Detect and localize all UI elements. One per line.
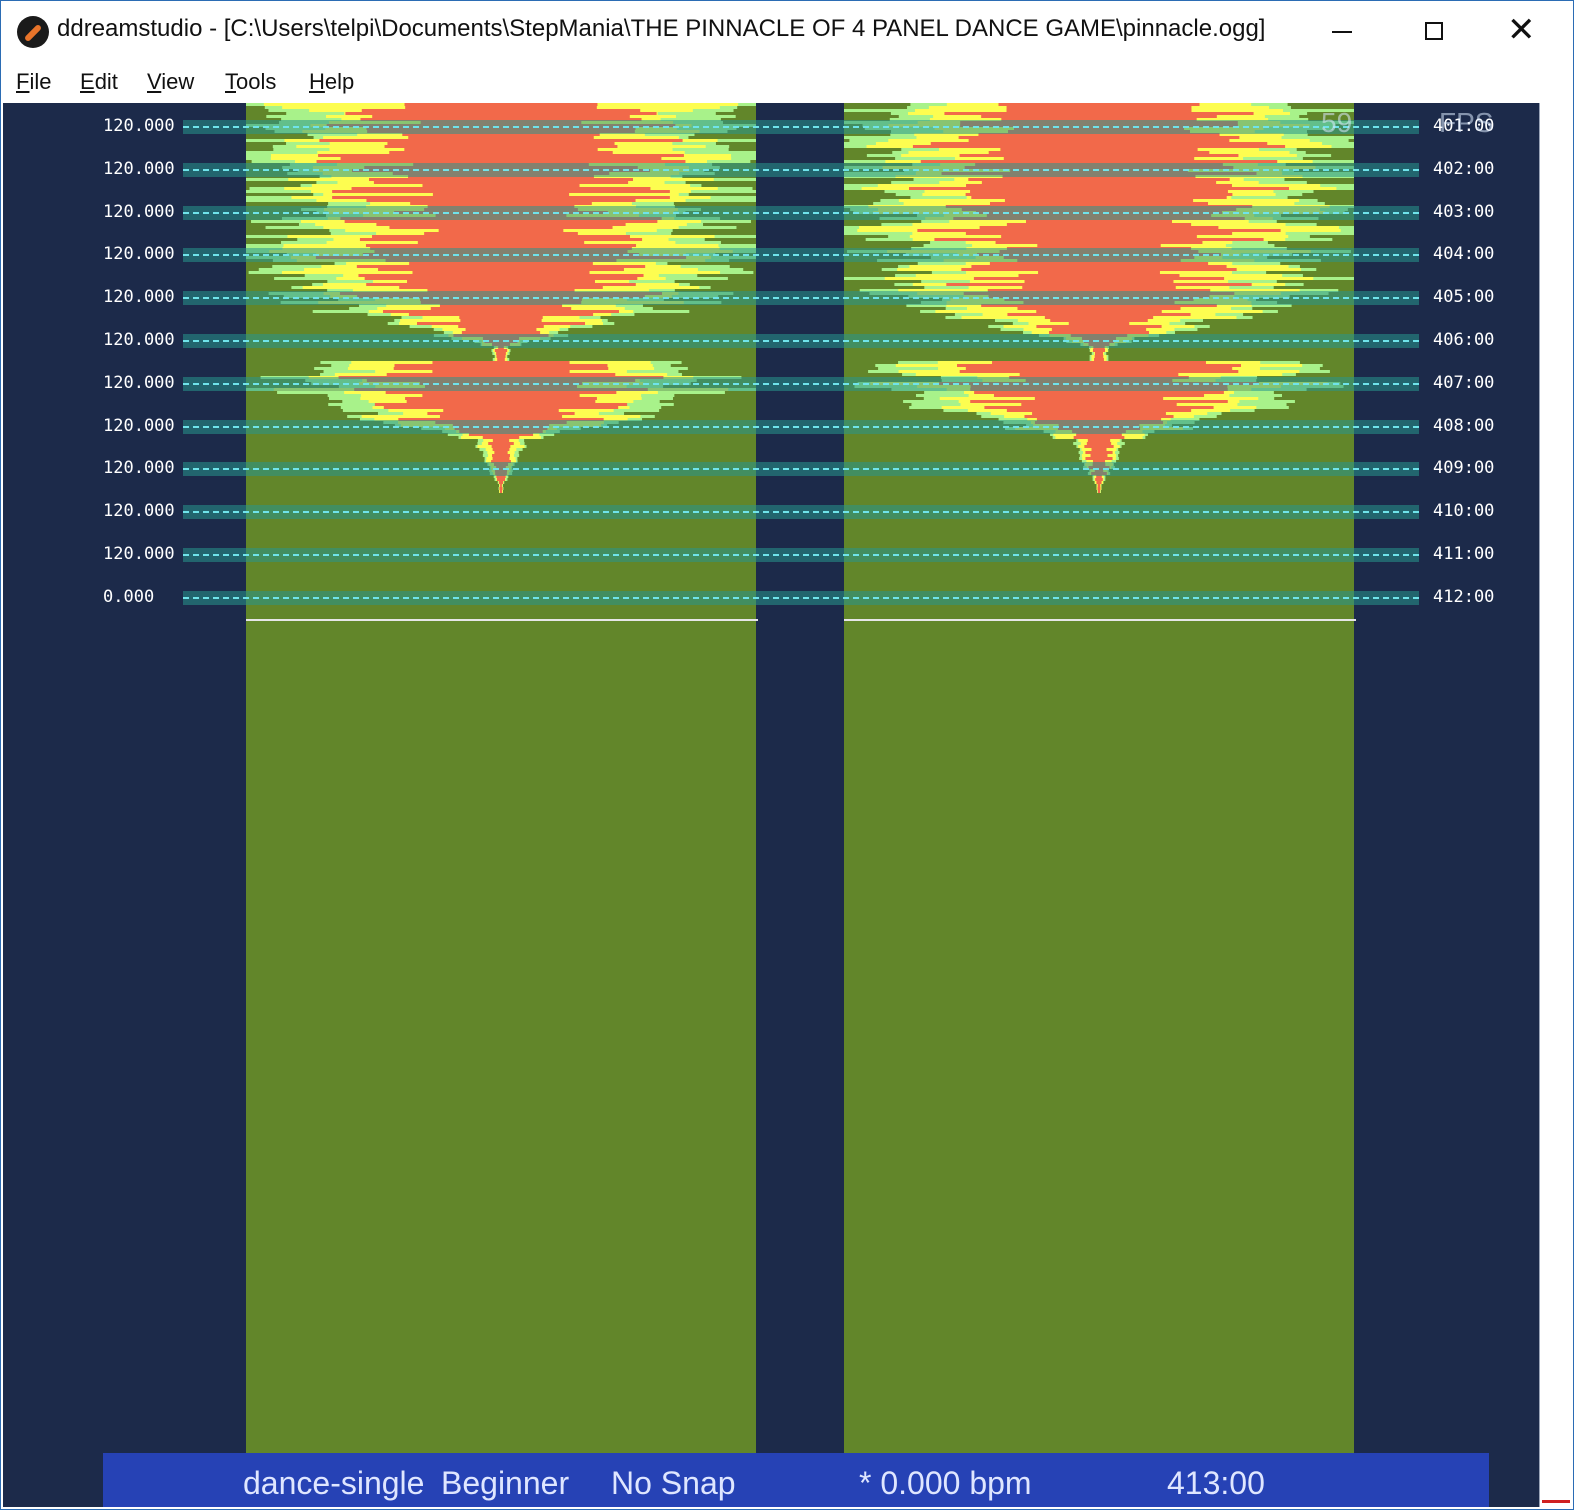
row-line (183, 554, 1419, 556)
fps-value: 59 (1321, 107, 1353, 138)
row-line (183, 383, 1419, 385)
menu-help-mnemonic: H (309, 69, 325, 94)
song-end-line-right (844, 619, 1356, 621)
time-label: 409:00 (1433, 458, 1495, 478)
minimize-icon (1332, 31, 1352, 33)
menu-file-label: ile (29, 69, 52, 94)
waveform-left (246, 103, 756, 493)
row-line (183, 511, 1419, 513)
row-line (183, 468, 1419, 470)
row-line (183, 126, 1419, 128)
bpm-label: 0.000 (103, 587, 155, 607)
side-scroll-strip[interactable] (1539, 103, 1573, 1507)
bpm-label: 120.000 (103, 202, 175, 222)
position-marker (1542, 1500, 1570, 1503)
bpm-label: 120.000 (103, 373, 175, 393)
menu-file[interactable]: File (16, 69, 51, 95)
title-bar[interactable]: ddreamstudio - [C:\Users\telpi\Documents… (1, 1, 1573, 63)
row-line (183, 340, 1419, 342)
time-label: 408:00 (1433, 416, 1495, 436)
menu-tools[interactable]: Tools (225, 69, 276, 95)
bpm-label: 120.000 (103, 244, 175, 264)
bpm-label: 120.000 (103, 544, 175, 564)
menu-bar: File Edit View Tools Help (1, 63, 1573, 103)
menu-view-label: iew (161, 69, 195, 94)
time-label: 407:00 (1433, 373, 1495, 393)
bpm-label: 120.000 (103, 458, 175, 478)
menu-edit[interactable]: Edit (80, 69, 118, 95)
bpm-label: 120.000 (103, 159, 175, 179)
row-line (183, 212, 1419, 214)
fps-label: FPS (1439, 107, 1494, 138)
row-line (183, 169, 1419, 171)
status-time: 413:00 (1167, 1465, 1265, 1501)
status-difficulty: Beginner (441, 1465, 570, 1501)
maximize-icon (1425, 22, 1443, 40)
bpm-label: 120.000 (103, 116, 175, 136)
menu-edit-mnemonic: E (80, 69, 95, 94)
time-label: 410:00 (1433, 501, 1495, 521)
menu-tools-mnemonic: T (225, 69, 236, 94)
app-logo-icon (17, 16, 49, 48)
status-bar: dance-single Beginner No Snap * 0.000 bp… (103, 1453, 1489, 1507)
menu-view-mnemonic: V (147, 69, 162, 94)
time-label: 403:00 (1433, 202, 1495, 222)
window-title: ddreamstudio - [C:\Users\telpi\Documents… (57, 15, 1266, 42)
row-line (183, 426, 1419, 428)
waveform-column-right[interactable] (844, 103, 1354, 1453)
close-button[interactable]: ✕ (1481, 1, 1573, 63)
bpm-label: 120.000 (103, 330, 175, 350)
status-style: dance-single (243, 1465, 425, 1501)
minimize-button[interactable] (1297, 1, 1389, 63)
status-bpm: * 0.000 bpm (859, 1465, 1032, 1501)
row-line (183, 597, 1419, 599)
bpm-label: 120.000 (103, 416, 175, 436)
time-label: 411:00 (1433, 544, 1495, 564)
menu-tools-label: ools (236, 69, 277, 94)
maximize-button[interactable] (1389, 1, 1481, 63)
song-end-line-left (246, 619, 758, 621)
menu-view[interactable]: View (147, 69, 194, 95)
app-window: ddreamstudio - [C:\Users\telpi\Documents… (0, 0, 1574, 1510)
chart-editor[interactable]: 120.000 401:00 120.000 402:00 120.000 403:00 1… (3, 103, 1539, 1507)
time-label: 402:00 (1433, 159, 1495, 179)
time-label: 406:00 (1433, 330, 1495, 350)
menu-help[interactable]: Help (309, 69, 354, 95)
bpm-label: 120.000 (103, 287, 175, 307)
waveform-right (844, 103, 1354, 493)
row-line (183, 297, 1419, 299)
status-snap: No Snap (611, 1465, 736, 1501)
time-label: 412:00 (1433, 587, 1495, 607)
waveform-column-left[interactable] (246, 103, 756, 1453)
menu-help-label: elp (324, 69, 355, 94)
bpm-label: 120.000 (103, 501, 175, 521)
time-label: 404:00 (1433, 244, 1495, 264)
row-line (183, 254, 1419, 256)
menu-edit-label: dit (94, 69, 118, 94)
menu-file-mnemonic: F (16, 69, 30, 94)
close-icon: ✕ (1507, 10, 1536, 50)
time-label: 405:00 (1433, 287, 1495, 307)
